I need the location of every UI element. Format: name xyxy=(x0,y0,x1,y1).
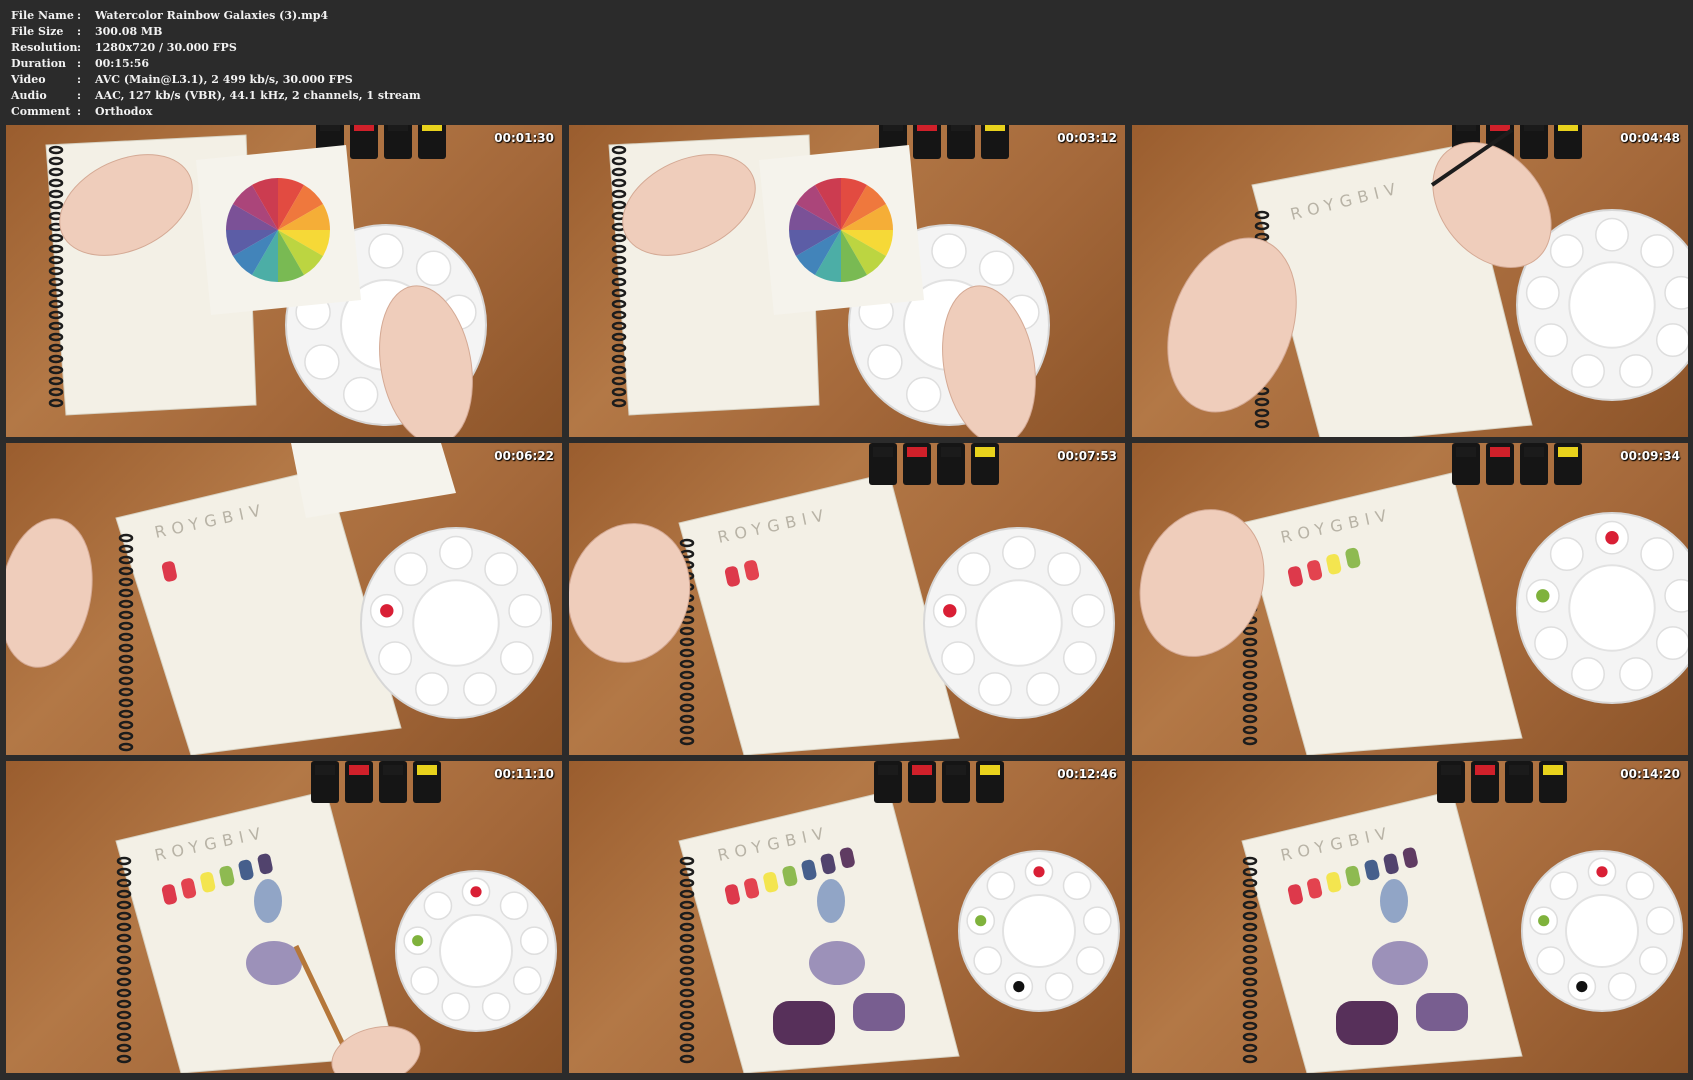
info-label: Audio xyxy=(11,89,47,102)
info-value: AAC, 127 kb/s (VBR), 44.1 kHz, 2 channel… xyxy=(95,89,421,102)
frame-illustration: ROYGBIV xyxy=(678,761,1120,1073)
video-thumbnail[interactable]: ROYGBIV 00:07:53 xyxy=(569,443,1125,755)
video-thumbnail[interactable]: ROYGBIV 00:14:20 xyxy=(1132,761,1688,1073)
file-info-panel: File Name: Watercolor Rainbow Galaxies (3… xyxy=(11,8,421,120)
info-row: Comment: Orthodox xyxy=(11,104,421,120)
info-label: File Name xyxy=(11,9,74,22)
info-separator: : xyxy=(77,41,82,54)
video-thumbnail[interactable]: ROYGBIV 00:12:46 xyxy=(569,761,1125,1073)
frame-illustration: ROYGBIV xyxy=(1167,125,1688,437)
info-row: File Name: Watercolor Rainbow Galaxies (3… xyxy=(11,8,421,24)
info-value: 1280x720 / 30.000 FPS xyxy=(95,41,237,54)
video-thumbnail[interactable]: ROYGBIV 00:09:34 xyxy=(1132,443,1688,755)
info-value: 00:15:56 xyxy=(95,57,150,70)
info-value: AVC (Main@L3.1), 2 499 kb/s, 30.000 FPS xyxy=(95,73,353,86)
video-thumbnail[interactable]: 00:03:12 xyxy=(569,125,1125,437)
video-thumbnail[interactable]: ROYGBIV 00:04:48 xyxy=(1132,125,1688,437)
timestamp-label: 00:12:46 xyxy=(1057,767,1117,781)
info-row: Audio: AAC, 127 kb/s (VBR), 44.1 kHz, 2 c… xyxy=(11,88,421,104)
info-label: File Size xyxy=(11,25,64,38)
info-separator: : xyxy=(77,89,82,102)
frame-illustration: ROYGBIV xyxy=(1139,443,1688,755)
info-label: Video xyxy=(11,73,46,86)
timestamp-label: 00:04:48 xyxy=(1620,131,1680,145)
info-separator: : xyxy=(77,25,82,38)
timestamp-label: 00:06:22 xyxy=(494,449,554,463)
info-separator: : xyxy=(77,73,82,86)
info-separator: : xyxy=(77,9,82,22)
timestamp-label: 00:14:20 xyxy=(1620,767,1680,781)
timestamp-label: 00:09:34 xyxy=(1620,449,1680,463)
timestamp-label: 00:07:53 xyxy=(1057,449,1117,463)
info-separator: : xyxy=(77,57,82,70)
video-thumbnail[interactable]: ROYGBIV 00:06:22 xyxy=(6,443,562,755)
info-row: Duration:00:15:56 xyxy=(11,56,421,72)
video-thumbnail[interactable]: 00:01:30 xyxy=(6,125,562,437)
info-separator: : xyxy=(77,105,82,118)
info-label: Comment xyxy=(11,105,71,118)
info-value: Orthodox xyxy=(95,105,153,118)
info-value: Watercolor Rainbow Galaxies (3).mp4 xyxy=(95,9,329,22)
info-row: Video: AVC (Main@L3.1), 2 499 kb/s, 30.00… xyxy=(11,72,421,88)
frame-illustration: ROYGBIV xyxy=(569,443,1115,755)
thumbnail-grid: 00:01:30 00:03:12 ROYGBIV 00:04:48 ROYGBIV 00… xyxy=(6,125,1688,1073)
info-row: File Size:300.08 MB xyxy=(11,24,421,40)
frame-illustration: ROYGBIV xyxy=(6,443,552,755)
timestamp-label: 00:11:10 xyxy=(494,767,554,781)
info-row: Resolution:1280x720 / 30.000 FPS xyxy=(11,40,421,56)
video-thumbnail[interactable]: ROYGBIV 00:11:10 xyxy=(6,761,562,1073)
frame-illustration: ROYGBIV xyxy=(115,761,557,1073)
frame-illustration xyxy=(45,125,487,437)
timestamp-label: 00:01:30 xyxy=(494,131,554,145)
info-label: Duration xyxy=(11,57,67,70)
frame-illustration: ROYGBIV xyxy=(1241,761,1683,1073)
frame-illustration xyxy=(608,125,1050,437)
timestamp-label: 00:03:12 xyxy=(1057,131,1117,145)
info-value: 300.08 MB xyxy=(95,25,163,38)
info-label: Resolution xyxy=(11,41,78,54)
